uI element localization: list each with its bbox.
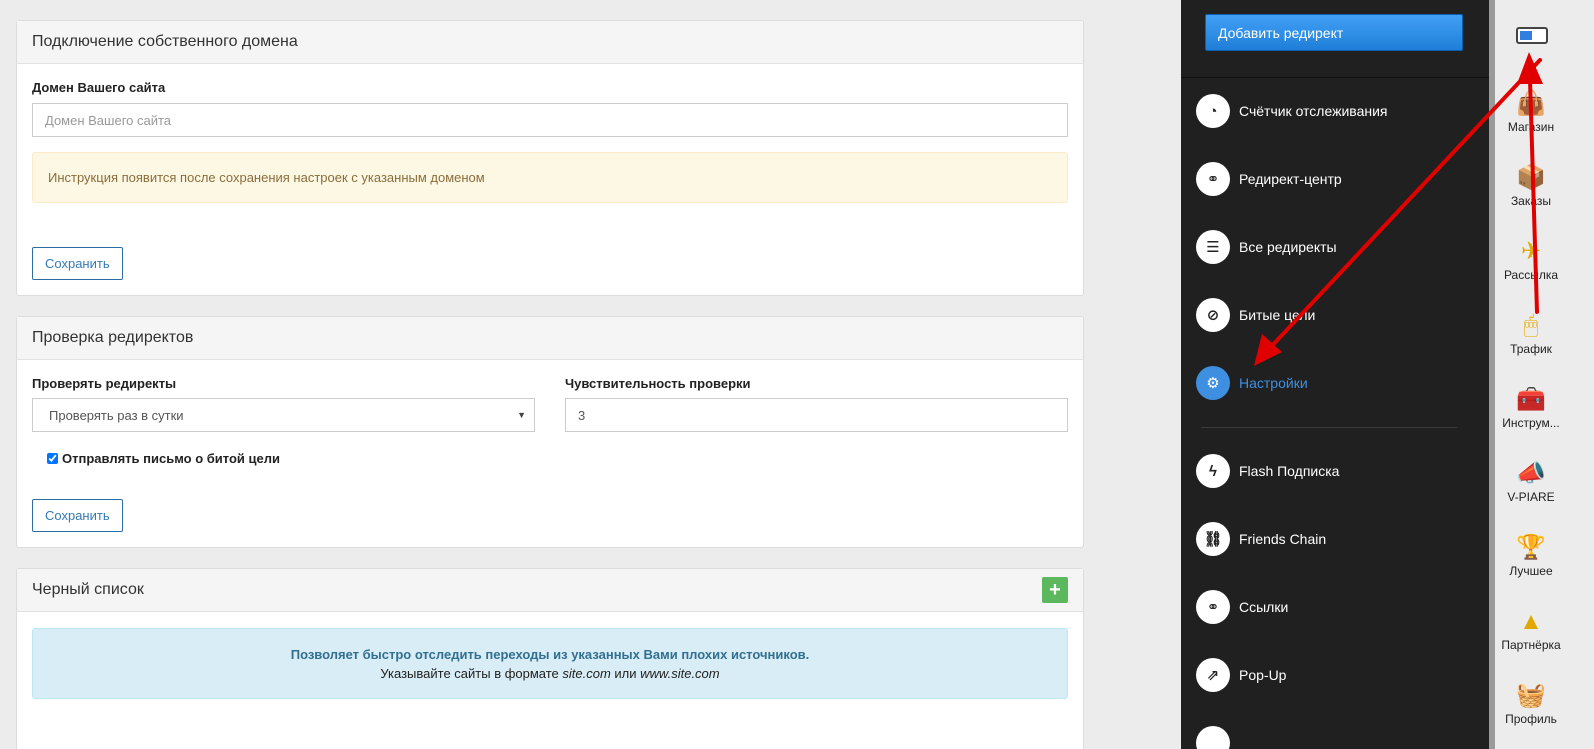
link-icon: ⚭ xyxy=(1196,162,1230,196)
sidebar-item-friends-chain[interactable]: ⛓ Friends Chain xyxy=(1196,522,1326,556)
sensitivity-label: Чувствительность проверки xyxy=(565,376,751,391)
rail-item-label: Рассылка xyxy=(1503,268,1559,282)
sidebar-item-all-redirects[interactable]: ☰ Все редиректы xyxy=(1196,230,1337,264)
info-hint-prefix: Указывайте сайты в формате xyxy=(380,665,563,681)
rail-item-profile[interactable]: 🧺 Профиль xyxy=(1495,678,1567,726)
rail-item-label: Партнёрка xyxy=(1501,638,1561,652)
sidebar-item-label: Friends Chain xyxy=(1239,531,1327,547)
sensitivity-input[interactable]: 3 xyxy=(565,398,1068,432)
redirect-sidebar: Добавить редирект ◔ Счётчик отслеживания… xyxy=(1181,0,1489,749)
orders-box-icon: 📦 xyxy=(1516,164,1546,191)
ban-icon: ⊘ xyxy=(1196,298,1230,332)
chain-broken-icon: ⛓ xyxy=(1196,522,1230,556)
panel-header: Черный список + xyxy=(17,569,1083,612)
rail-item-traffic[interactable]: 🖱 Трафик xyxy=(1495,308,1567,356)
save-button[interactable]: Сохранить xyxy=(32,499,123,532)
rail-item-label: Трафик xyxy=(1510,342,1552,356)
app-rail: 👜 Магазин 📦 Заказы ✈ Рассылка 🖱 Трафик 🧰… xyxy=(1495,0,1594,749)
sidebar-item-popup[interactable]: ⇗ Pop-Up xyxy=(1196,658,1286,692)
external-link-icon: ⇗ xyxy=(1196,658,1230,692)
rail-item-label: Магазин xyxy=(1507,120,1555,134)
sidebar-item-more[interactable] xyxy=(1196,726,1230,749)
sidebar-item-settings[interactable]: ⚙ Настройки xyxy=(1196,366,1308,400)
blacklist-panel: Черный список + Позволяет быстро отследи… xyxy=(16,568,1084,749)
info-example: www.site.com xyxy=(640,665,720,681)
sidebar-item-broken-targets[interactable]: ⊘ Битые цели xyxy=(1196,298,1315,332)
panel-title: Проверка редиректов xyxy=(32,329,194,346)
sidebar-item-label: Flash Подписка xyxy=(1239,463,1340,479)
notice-text: Инструкция появится после сохранения нас… xyxy=(48,170,485,185)
pyramid-icon: ▲ xyxy=(1519,608,1543,635)
instruction-notice: Инструкция появится после сохранения нас… xyxy=(32,152,1068,203)
domain-panel: Подключение собственного домена Домен Ва… xyxy=(16,20,1084,296)
save-button[interactable]: Сохранить xyxy=(32,247,123,280)
rail-item-label: V-PIARE xyxy=(1507,490,1555,504)
email-notify-label: Отправлять письмо о битой цели xyxy=(62,451,280,466)
bolt-icon: ϟ xyxy=(1196,454,1230,488)
select-value: Проверять раз в сутки xyxy=(49,407,184,423)
rail-item-shop[interactable]: 👜 Магазин xyxy=(1495,86,1567,134)
basket-icon: 🧺 xyxy=(1516,682,1546,709)
sidebar-item-label: Настройки xyxy=(1239,375,1308,391)
rail-item-label: Инструм... xyxy=(1502,416,1560,430)
panel-header: Подключение собственного домена xyxy=(17,21,1083,64)
rail-item-best[interactable]: 🏆 Лучшее xyxy=(1495,530,1567,578)
sidebar-item-counter[interactable]: ◔ Счётчик отслеживания xyxy=(1196,94,1388,128)
sidebar-item-label: Редирект-центр xyxy=(1239,171,1342,187)
sidebar-item-label: Все редиректы xyxy=(1239,239,1337,255)
sidebar-item-label: Битые цели xyxy=(1239,307,1316,323)
check-frequency-label: Проверять редиректы xyxy=(32,376,177,391)
info-headline: Позволяет быстро отследить переходы из у… xyxy=(290,646,810,662)
sidebar-divider xyxy=(1201,427,1457,428)
rail-item-tools[interactable]: 🧰 Инструм... xyxy=(1495,382,1567,430)
toolbox-icon: 🧰 xyxy=(1516,386,1546,413)
domain-field-label: Домен Вашего сайта xyxy=(32,80,166,95)
sidebar-item-redirect-center[interactable]: ⚭ Редирект-центр xyxy=(1196,162,1342,196)
rail-item-orders[interactable]: 📦 Заказы xyxy=(1495,160,1567,208)
gear-icon: ⚙ xyxy=(1196,366,1230,400)
add-redirect-button[interactable]: Добавить редирект xyxy=(1205,14,1463,51)
list-icon: ☰ xyxy=(1196,230,1230,264)
rail-item-vpiare[interactable]: 📣 V-PIARE xyxy=(1495,456,1567,504)
info-example: site.com xyxy=(562,665,611,681)
info-or: или xyxy=(610,665,641,681)
check-frequency-select[interactable]: Проверять раз в сутки ▼ xyxy=(32,398,535,432)
panel-header: Проверка редиректов xyxy=(17,317,1083,360)
paper-plane-icon: ✈ xyxy=(1520,238,1542,265)
rail-item-label: Профиль xyxy=(1505,712,1557,726)
add-blacklist-button[interactable]: + xyxy=(1042,577,1068,603)
main-content: Подключение собственного домена Домен Ва… xyxy=(0,0,1180,749)
sidebar-item-flash-subscription[interactable]: ϟ Flash Подписка xyxy=(1196,454,1339,488)
chevron-down-icon: ▼ xyxy=(517,410,526,420)
rail-item-partner[interactable]: ▲ Партнёрка xyxy=(1495,604,1567,652)
trophy-icon: 🏆 xyxy=(1516,534,1546,561)
info-hint: Указывайте сайты в формате site.com или … xyxy=(33,666,1067,681)
panel-title: Подключение собственного домена xyxy=(32,33,298,50)
mouse-icon: 🖱 xyxy=(1523,312,1539,339)
sidebar-toggle[interactable] xyxy=(1516,27,1548,44)
rail-item-label: Лучшее xyxy=(1509,564,1553,578)
sidebar-item-label: Счётчик отслеживания xyxy=(1239,103,1388,119)
sidebar-top: Добавить редирект xyxy=(1181,0,1489,78)
link-icon: ⚭ xyxy=(1196,590,1230,624)
speedometer-icon: ◔ xyxy=(1196,94,1230,128)
rail-item-mailing[interactable]: ✈ Рассылка xyxy=(1495,234,1567,282)
panel-title: Черный список xyxy=(32,581,144,598)
domain-input[interactable]: Домен Вашего сайта xyxy=(32,103,1068,137)
sidebar-item-label: Ссылки xyxy=(1239,599,1289,615)
rail-item-label: Заказы xyxy=(1510,194,1552,208)
sidebar-item-links[interactable]: ⚭ Ссылки xyxy=(1196,590,1288,624)
megaphone-icon: 📣 xyxy=(1516,460,1546,487)
blacklist-info: Позволяет быстро отследить переходы из у… xyxy=(32,628,1068,699)
shop-bag-icon: 👜 xyxy=(1516,90,1546,117)
sidebar-item-label: Pop-Up xyxy=(1239,667,1287,683)
nav-icon-partial xyxy=(1196,726,1230,749)
redirect-check-panel: Проверка редиректов Проверять редиректы … xyxy=(16,316,1084,548)
email-notify-checkbox[interactable] xyxy=(47,453,58,464)
